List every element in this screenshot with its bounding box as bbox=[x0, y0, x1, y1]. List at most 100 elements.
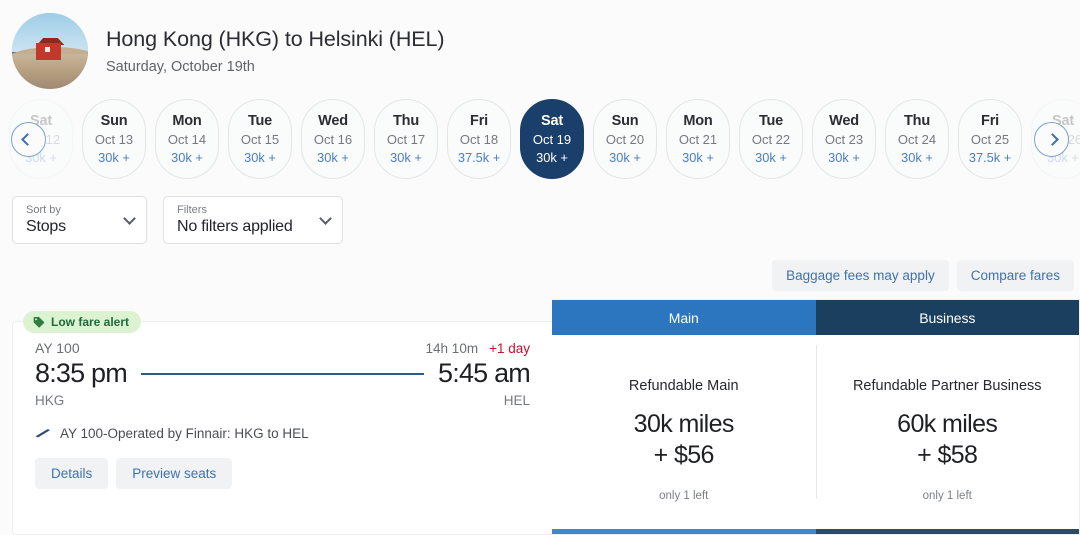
flight-card: Low fare alert AY 100 14h 10m +1 day 8:3… bbox=[12, 311, 552, 535]
date-pill-date: Oct 24 bbox=[897, 132, 937, 147]
date-pill-dow: Tue bbox=[758, 113, 784, 129]
date-pill-oct-23[interactable]: Wed Oct 23 30k + bbox=[812, 99, 876, 179]
page-title: Hong Kong (HKG) to Helsinki (HEL) bbox=[106, 26, 445, 51]
fare-tab-business[interactable]: Business bbox=[815, 300, 1079, 335]
sort-by-label: Sort by bbox=[26, 204, 61, 216]
fare-tab-headers: Main Business bbox=[552, 300, 1079, 335]
date-pill-price: 30k + bbox=[609, 150, 641, 165]
preview-seats-button[interactable]: Preview seats bbox=[116, 458, 233, 489]
date-pill-price: 30k + bbox=[244, 150, 276, 165]
arrive-time: 5:45 am bbox=[438, 358, 531, 388]
date-pill-date: Oct 17 bbox=[386, 132, 426, 147]
date-pill-oct-14[interactable]: Mon Oct 14 30k + bbox=[155, 99, 219, 179]
date-pill-price: 30k + bbox=[828, 150, 860, 165]
header-text: Hong Kong (HKG) to Helsinki (HEL) Saturd… bbox=[106, 26, 445, 75]
low-fare-alert-badge: Low fare alert bbox=[23, 311, 142, 333]
fare-option-price: 30k miles + $56 bbox=[633, 409, 735, 470]
sort-by-select[interactable]: Sort by Stops bbox=[12, 196, 147, 244]
date-pill-dow: Sat bbox=[541, 113, 563, 129]
date-pill-date: Oct 25 bbox=[970, 132, 1010, 147]
date-carousel: SatOct 1230k +SunOct 1330k +MonOct 1430k… bbox=[0, 92, 1080, 186]
date-pill-oct-25[interactable]: Fri Oct 25 37.5k + bbox=[958, 99, 1022, 179]
date-pill-date: Oct 15 bbox=[240, 132, 280, 147]
date-pill-oct-20[interactable]: Sun Oct 20 30k + bbox=[593, 99, 657, 179]
carousel-prev-button[interactable] bbox=[11, 122, 46, 157]
date-pill-date: Oct 22 bbox=[751, 132, 791, 147]
fare-links-row: Baggage fees may apply Compare fares bbox=[0, 244, 1080, 291]
flight-action-buttons: Details Preview seats bbox=[35, 458, 530, 489]
fare-option-availability: only 1 left bbox=[659, 490, 709, 502]
date-pill-price: 30k + bbox=[317, 150, 349, 165]
fare-tab-main[interactable]: Main bbox=[552, 300, 816, 335]
date-pill-date: Oct 20 bbox=[605, 132, 645, 147]
fare-option-business[interactable]: Refundable Partner Business 60k miles + $5… bbox=[815, 335, 1080, 529]
fare-accent-bars bbox=[552, 529, 1079, 534]
fare-link-baggage-fees-may-apply[interactable]: Baggage fees may apply bbox=[772, 260, 949, 291]
fare-option-miles: 30k miles bbox=[633, 410, 735, 438]
operated-by-text: AY 100-Operated by Finnair: HKG to HEL bbox=[60, 426, 309, 441]
filters-inner: Filters No filters applied bbox=[177, 204, 313, 236]
date-pill-oct-21[interactable]: Mon Oct 21 30k + bbox=[666, 99, 730, 179]
depart-time: 8:35 pm bbox=[35, 358, 128, 388]
fare-option-name: Refundable Partner Business bbox=[852, 378, 1042, 394]
fare-option-main[interactable]: Refundable Main 30k miles + $56 only 1 left bbox=[552, 335, 816, 529]
date-pill-price: 37.5k + bbox=[457, 150, 501, 165]
depart-airport: HKG bbox=[35, 393, 65, 408]
date-pill-oct-15[interactable]: Tue Oct 15 30k + bbox=[228, 99, 292, 179]
date-pill-price: 30k + bbox=[171, 150, 203, 165]
fare-columns: Refundable Main 30k miles + $56 only 1 left… bbox=[552, 335, 1079, 529]
date-pill-date: Oct 18 bbox=[459, 132, 499, 147]
date-pill-dow: Wed bbox=[829, 113, 859, 129]
date-pill-dow: Fri bbox=[981, 113, 999, 129]
operated-by-row: AY 100-Operated by Finnair: HKG to HEL bbox=[35, 426, 530, 441]
date-pill-oct-19[interactable]: Sat Oct 19 30k + bbox=[520, 99, 584, 179]
filters-select[interactable]: Filters No filters applied bbox=[163, 196, 343, 244]
filters-label: Filters bbox=[177, 204, 207, 216]
controls-row: Sort by Stops Filters No filters applied bbox=[0, 186, 1080, 244]
sort-by-value: Stops bbox=[26, 218, 66, 235]
date-pill-price: 30k + bbox=[98, 150, 130, 165]
date-pill-date: Oct 23 bbox=[824, 132, 864, 147]
date-pill-dow: Sun bbox=[100, 113, 128, 129]
fare-panel: Main Business Refundable Main 30k miles + $… bbox=[552, 299, 1080, 535]
fare-option-name: Refundable Main bbox=[628, 378, 739, 394]
date-pill-dow: Fri bbox=[470, 113, 488, 129]
fare-link-compare-fares[interactable]: Compare fares bbox=[956, 260, 1074, 291]
date-pill-price: 37.5k + bbox=[968, 150, 1012, 165]
date-pill-dow: Mon bbox=[683, 113, 713, 129]
date-pill-price: 30k + bbox=[390, 150, 422, 165]
low-fare-alert-label: Low fare alert bbox=[51, 315, 130, 329]
arrive-airport: HEL bbox=[503, 393, 530, 408]
date-pill-date: Oct 21 bbox=[678, 132, 718, 147]
fare-option-price: 60k miles + $58 bbox=[897, 409, 998, 470]
flight-meta: 14h 10m +1 day bbox=[426, 341, 530, 356]
flight-airports-row: HKG HEL bbox=[35, 393, 530, 408]
details-button[interactable]: Details bbox=[35, 458, 109, 489]
flight-number: AY 100 bbox=[35, 340, 80, 356]
date-pill-date: Oct 16 bbox=[313, 132, 353, 147]
chevron-down-icon bbox=[319, 212, 332, 225]
date-pill-oct-16[interactable]: Wed Oct 16 30k + bbox=[301, 99, 365, 179]
date-pill-oct-22[interactable]: Tue Oct 22 30k + bbox=[739, 99, 803, 179]
chevron-left-icon bbox=[21, 133, 34, 146]
business-accent-bar bbox=[815, 529, 1079, 534]
fare-option-availability: only 1 left bbox=[922, 490, 972, 502]
price-tag-icon bbox=[33, 316, 45, 328]
date-pill-dow: Thu bbox=[904, 113, 930, 129]
fare-option-cash: + $58 bbox=[917, 440, 978, 469]
chevron-right-icon bbox=[1046, 133, 1059, 146]
carousel-next-button[interactable] bbox=[1034, 122, 1069, 157]
flight-body: AY 100 14h 10m +1 day 8:35 pm 5:45 am HK… bbox=[13, 322, 552, 489]
date-pill-price: 30k + bbox=[755, 150, 787, 165]
date-pill-oct-13[interactable]: Sun Oct 13 30k + bbox=[82, 99, 146, 179]
date-pill-oct-24[interactable]: Thu Oct 24 30k + bbox=[885, 99, 949, 179]
main-accent-bar bbox=[552, 529, 816, 534]
sort-by-inner: Sort by Stops bbox=[26, 204, 117, 236]
date-pill-dow: Mon bbox=[172, 113, 202, 129]
date-pill-oct-18[interactable]: Fri Oct 18 37.5k + bbox=[447, 99, 511, 179]
date-pill-oct-17[interactable]: Thu Oct 17 30k + bbox=[374, 99, 438, 179]
date-pill-track: SatOct 1230k +SunOct 1330k +MonOct 1430k… bbox=[8, 99, 1080, 179]
date-pill-dow: Sun bbox=[611, 113, 639, 129]
avatar-house-window bbox=[45, 47, 50, 52]
flight-day-offset: +1 day bbox=[489, 341, 530, 356]
